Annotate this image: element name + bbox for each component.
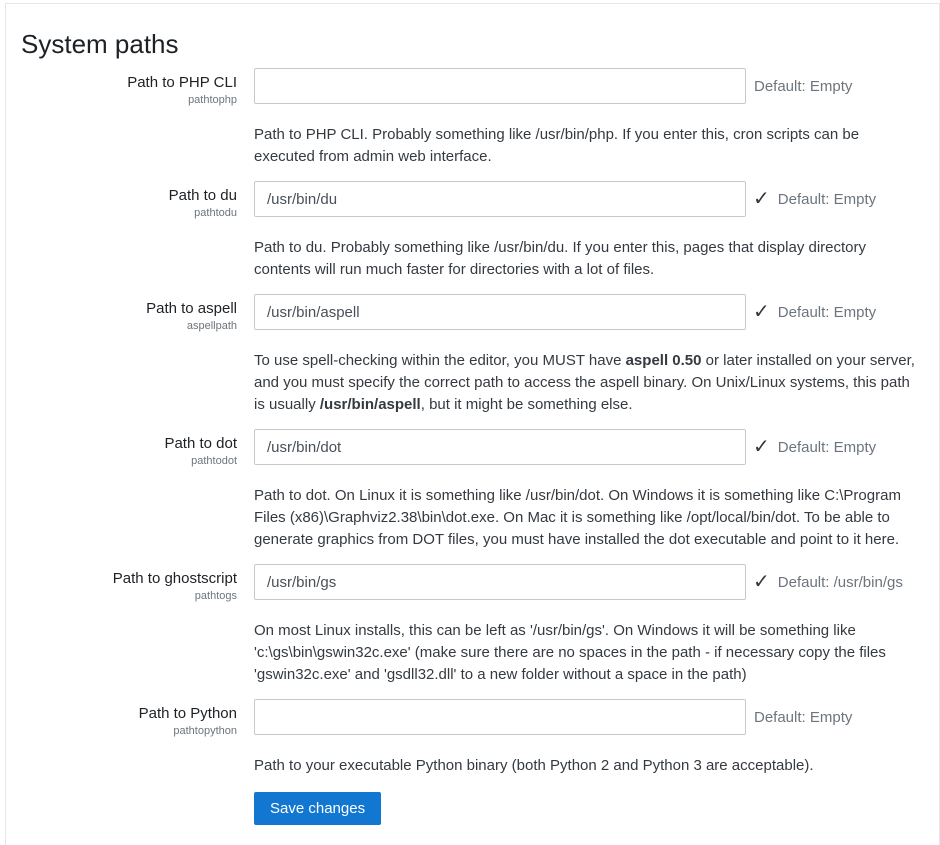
default-note: Default: Empty xyxy=(778,191,876,208)
setting-control-line: ✓ Default: Empty xyxy=(254,68,921,104)
setting-input[interactable] xyxy=(254,181,746,217)
setting-label: Path to ghostscript xyxy=(21,569,237,588)
setting-row: Path to ghostscript pathtogs ✓ Default: … xyxy=(21,564,921,686)
setting-control-column: ✓ Default: Empty Path to PHP CLI. Probab… xyxy=(254,68,921,168)
setting-id: pathtophp xyxy=(21,92,237,109)
setting-label: Path to aspell xyxy=(21,299,237,318)
setting-input[interactable] xyxy=(254,294,746,330)
check-icon: ✓ xyxy=(753,189,770,209)
save-row: Save changes xyxy=(254,792,921,825)
default-note: Default: /usr/bin/gs xyxy=(778,574,903,591)
check-icon: ✓ xyxy=(753,302,770,322)
setting-id: pathtogs xyxy=(21,588,237,605)
settings-card: System paths Path to PHP CLI pathtophp ✓… xyxy=(5,3,940,845)
setting-row: Path to dot pathtodot ✓ Default: Empty P… xyxy=(21,429,921,551)
setting-input[interactable] xyxy=(254,68,746,104)
setting-control-column: ✓ Default: Empty Path to your executable… xyxy=(254,699,921,777)
setting-label-column: Path to dot pathtodot xyxy=(21,429,237,551)
setting-description: To use spell-checking within the editor,… xyxy=(254,350,921,416)
setting-control-line: ✓ Default: Empty xyxy=(254,294,921,330)
setting-label: Path to Python xyxy=(21,704,237,723)
setting-description: Path to du. Probably something like /usr… xyxy=(254,237,921,281)
setting-control-line: ✓ Default: Empty xyxy=(254,181,921,217)
settings-form: Path to PHP CLI pathtophp ✓ Default: Emp… xyxy=(21,68,921,777)
setting-control-line: ✓ Default: Empty xyxy=(254,429,921,465)
check-icon: ✓ xyxy=(753,437,770,457)
setting-label-column: Path to aspell aspellpath xyxy=(21,294,237,416)
setting-description: On most Linux installs, this can be left… xyxy=(254,620,921,686)
setting-label-column: Path to du pathtodu xyxy=(21,181,237,281)
setting-control-column: ✓ Default: Empty Path to du. Probably so… xyxy=(254,181,921,281)
setting-description: Path to your executable Python binary (b… xyxy=(254,755,921,777)
check-icon: ✓ xyxy=(753,572,770,592)
setting-row: Path to aspell aspellpath ✓ Default: Emp… xyxy=(21,294,921,416)
setting-id: pathtodot xyxy=(21,453,237,470)
setting-row: Path to du pathtodu ✓ Default: Empty Pat… xyxy=(21,181,921,281)
default-note: Default: Empty xyxy=(778,304,876,321)
setting-description: Path to PHP CLI. Probably something like… xyxy=(254,124,921,168)
setting-description: Path to dot. On Linux it is something li… xyxy=(254,485,921,551)
setting-label: Path to du xyxy=(21,186,237,205)
setting-input[interactable] xyxy=(254,429,746,465)
page-title: System paths xyxy=(21,27,921,61)
setting-label: Path to dot xyxy=(21,434,237,453)
setting-control-line: ✓ Default: /usr/bin/gs xyxy=(254,564,921,600)
setting-label: Path to PHP CLI xyxy=(21,73,237,92)
setting-id: pathtopython xyxy=(21,723,237,740)
setting-control-line: ✓ Default: Empty xyxy=(254,699,921,735)
setting-label-column: Path to Python pathtopython xyxy=(21,699,237,777)
save-button[interactable]: Save changes xyxy=(254,792,381,825)
setting-control-column: ✓ Default: /usr/bin/gs On most Linux ins… xyxy=(254,564,921,686)
setting-input[interactable] xyxy=(254,564,746,600)
setting-row: Path to Python pathtopython ✓ Default: E… xyxy=(21,699,921,777)
default-note: Default: Empty xyxy=(778,439,876,456)
default-note: Default: Empty xyxy=(754,709,852,726)
setting-label-column: Path to PHP CLI pathtophp xyxy=(21,68,237,168)
setting-input[interactable] xyxy=(254,699,746,735)
setting-control-column: ✓ Default: Empty To use spell-checking w… xyxy=(254,294,921,416)
setting-label-column: Path to ghostscript pathtogs xyxy=(21,564,237,686)
setting-control-column: ✓ Default: Empty Path to dot. On Linux i… xyxy=(254,429,921,551)
default-note: Default: Empty xyxy=(754,78,852,95)
setting-id: pathtodu xyxy=(21,205,237,222)
setting-row: Path to PHP CLI pathtophp ✓ Default: Emp… xyxy=(21,68,921,168)
setting-id: aspellpath xyxy=(21,318,237,335)
